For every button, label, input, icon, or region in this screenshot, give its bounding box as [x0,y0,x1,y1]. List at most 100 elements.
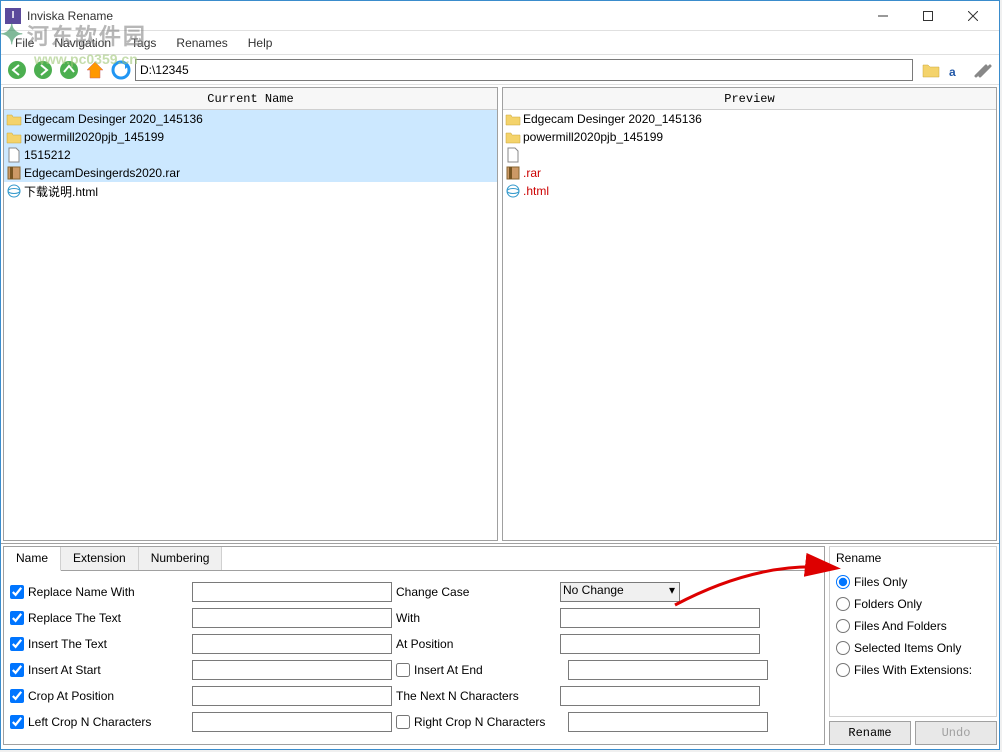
option-label: Left Crop N Characters [28,715,188,729]
option-input-2[interactable] [560,608,760,628]
option-input[interactable] [192,660,392,680]
option-input[interactable] [192,608,392,628]
file-name: .rar [523,166,994,180]
file-row[interactable]: 1515212 [4,146,497,164]
tabs: NameExtensionNumbering [4,547,824,571]
rename-radio-label: Selected Items Only [854,641,961,655]
menu-file[interactable]: File [5,33,44,53]
rename-option[interactable]: Folders Only [836,593,990,615]
folder-icon [505,129,521,145]
rename-option[interactable]: Files Only [836,571,990,593]
option-input[interactable] [192,634,392,654]
option-checkbox[interactable] [10,689,24,703]
option-input-2[interactable] [568,712,768,732]
rename-option[interactable]: Files And Folders [836,615,990,637]
current-name-list[interactable]: Edgecam Desinger 2020_145136 powermill202… [4,110,497,540]
file-name: 1515212 [24,148,495,162]
refresh-button[interactable] [109,58,133,82]
option-label-2: With [396,611,556,625]
preview-header[interactable]: Preview [503,88,996,110]
back-button[interactable] [5,58,29,82]
option-label: Replace The Text [28,611,188,625]
rename-option[interactable]: Files With Extensions: [836,659,990,681]
file-row[interactable]: powermill2020pjb_145199 [4,128,497,146]
home-button[interactable] [83,58,107,82]
rename-option[interactable]: Selected Items Only [836,637,990,659]
file-row[interactable]: .html [503,182,996,200]
rename-radio[interactable] [836,663,850,677]
case-button[interactable]: a [945,58,969,82]
html-icon [505,183,521,199]
folder-icon [6,111,22,127]
option-checkbox-2[interactable] [396,663,410,677]
file-row[interactable]: Edgecam Desinger 2020_145136 [503,110,996,128]
tab-numbering[interactable]: Numbering [139,547,223,570]
app-icon: I [5,8,21,24]
path-input[interactable] [135,59,913,81]
option-checkbox[interactable] [10,611,24,625]
file-name: powermill2020pjb_145199 [523,130,994,144]
option-checkbox[interactable] [10,585,24,599]
minimize-button[interactable] [860,2,905,30]
option-input[interactable] [192,686,392,706]
option-label-2: The Next N Characters [396,689,556,703]
forward-button[interactable] [31,58,55,82]
file-row[interactable]: .rar [503,164,996,182]
rename-radio-label: Folders Only [854,597,922,611]
menu-navigation[interactable]: Navigation [44,33,121,53]
close-button[interactable] [950,2,995,30]
option-checkbox[interactable] [10,637,24,651]
maximize-button[interactable] [905,2,950,30]
option-checkbox-2[interactable] [396,715,410,729]
file-row[interactable]: EdgecamDesingerds2020.rar [4,164,497,182]
preview-panel: Preview Edgecam Desinger 2020_145136powe… [502,87,997,541]
menu-renames[interactable]: Renames [166,33,237,53]
file-icon [6,147,22,163]
up-button[interactable] [57,58,81,82]
menu-help[interactable]: Help [238,33,283,53]
form-row: Insert At StartInsert At End [10,657,818,683]
rename-button[interactable]: Rename [829,721,911,745]
option-input-2[interactable] [568,660,768,680]
file-name: powermill2020pjb_145199 [24,130,495,144]
file-row[interactable]: 下载说明.html [4,182,497,200]
option-input[interactable] [192,712,392,732]
tab-extension[interactable]: Extension [61,547,139,570]
option-input-2[interactable] [560,634,760,654]
rename-radio[interactable] [836,619,850,633]
option-input[interactable] [192,582,392,602]
menu-tags[interactable]: Tags [121,33,166,53]
settings-button[interactable] [971,58,995,82]
undo-button[interactable]: Undo [915,721,997,745]
file-icon [505,147,521,163]
form-row: Left Crop N Characters Right Crop N Chara… [10,709,818,735]
rename-radio-label: Files With Extensions: [854,663,972,677]
option-label: Insert The Text [28,637,188,651]
form-row: Crop At Position The Next N Characters [10,683,818,709]
option-label-2: Right Crop N Characters [414,715,564,729]
rename-radio[interactable] [836,641,850,655]
file-name: 下载说明.html [24,183,495,200]
option-checkbox[interactable] [10,715,24,729]
rar-icon [505,165,521,181]
preview-list[interactable]: Edgecam Desinger 2020_145136 powermill202… [503,110,996,540]
rename-radio[interactable] [836,575,850,589]
rename-radio[interactable] [836,597,850,611]
file-row[interactable]: powermill2020pjb_145199 [503,128,996,146]
window-title: Inviska Rename [27,9,860,23]
file-row[interactable]: Edgecam Desinger 2020_145136 [4,110,497,128]
option-input-2[interactable] [560,686,760,706]
file-name: Edgecam Desinger 2020_145136 [24,112,495,126]
svg-text:a: a [949,65,956,79]
change-case-select[interactable]: No Change▾ [560,582,680,602]
file-row[interactable] [503,146,996,164]
tab-name[interactable]: Name [4,547,61,571]
option-checkbox[interactable] [10,663,24,677]
form-row: Replace The Text With [10,605,818,631]
option-label-2: Insert At End [414,663,564,677]
browse-button[interactable] [919,58,943,82]
option-label: Crop At Position [28,689,188,703]
option-label-2: At Position [396,637,556,651]
menubar: File Navigation Tags Renames Help [1,31,999,55]
current-name-header[interactable]: Current Name [4,88,497,110]
